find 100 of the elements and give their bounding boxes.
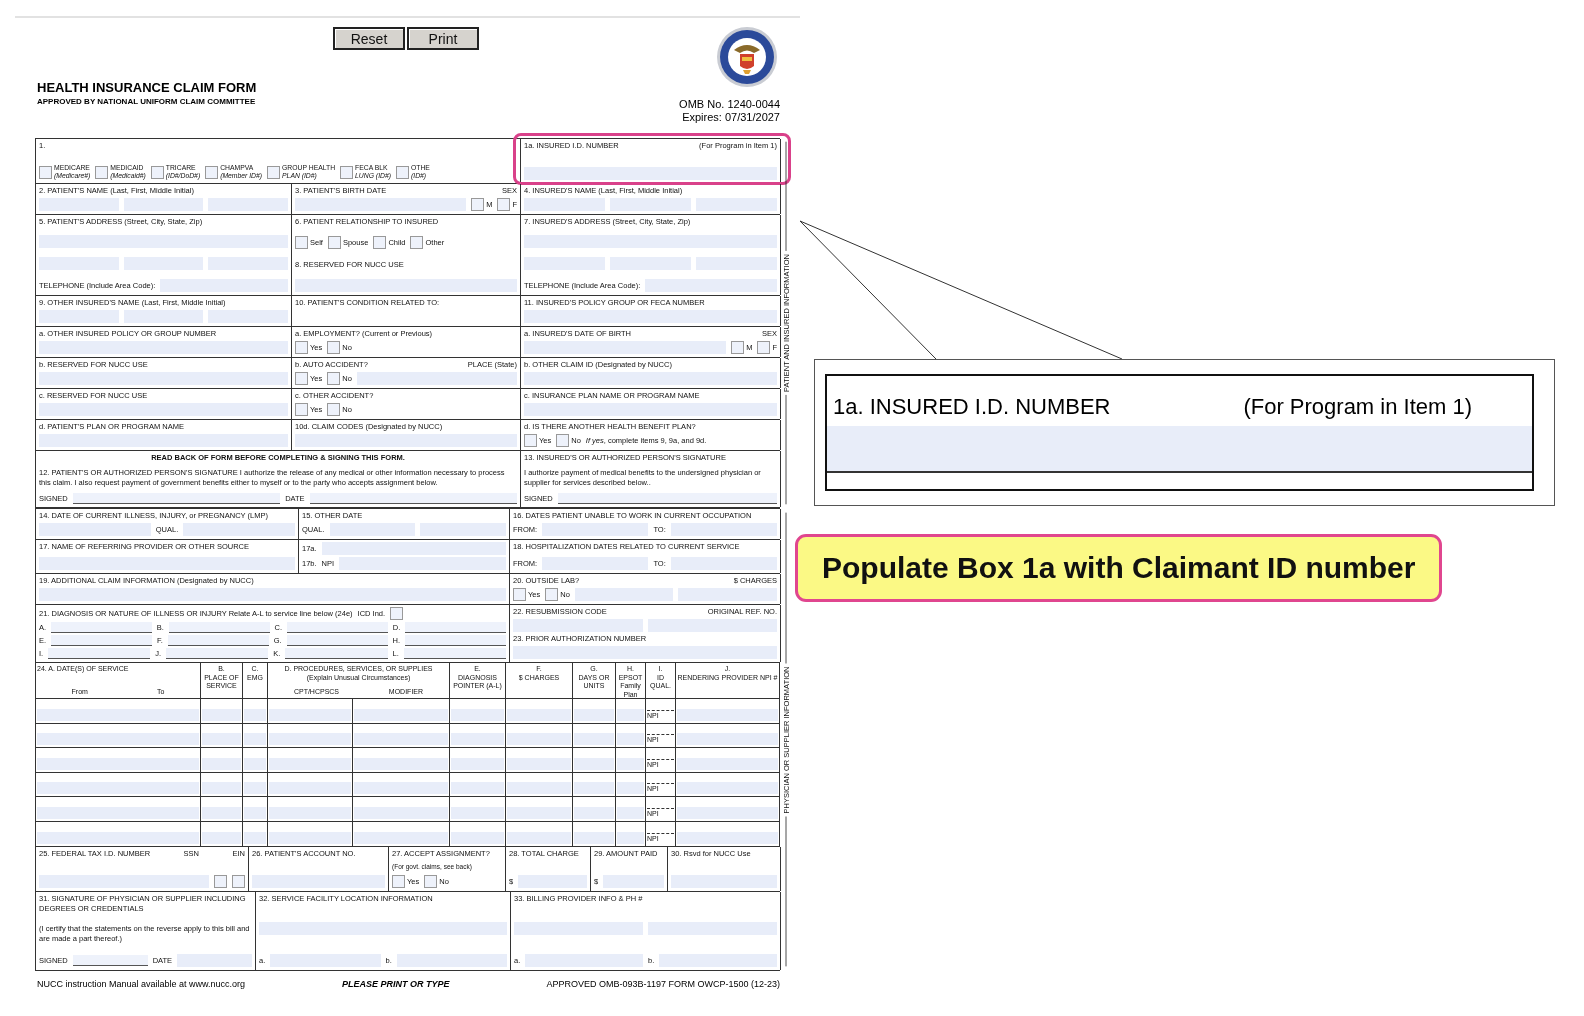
checkbox[interactable] bbox=[327, 236, 341, 250]
input-field[interactable] bbox=[269, 757, 351, 770]
input-field[interactable] bbox=[677, 708, 778, 721]
input-field[interactable] bbox=[202, 832, 241, 844]
input-field[interactable] bbox=[507, 782, 571, 794]
input-field[interactable] bbox=[677, 757, 778, 770]
input-field[interactable] bbox=[37, 757, 199, 770]
input-field[interactable] bbox=[617, 708, 644, 721]
input-field[interactable] bbox=[617, 757, 644, 770]
input-field[interactable] bbox=[269, 733, 351, 745]
input-field[interactable] bbox=[202, 782, 241, 794]
input-field[interactable] bbox=[507, 757, 571, 770]
input-field[interactable] bbox=[617, 733, 644, 745]
input-field[interactable] bbox=[354, 832, 448, 844]
checkbox[interactable] bbox=[757, 341, 771, 354]
input-field[interactable] bbox=[354, 782, 448, 794]
footer-note: APPROVED OMB-093B-1197 FORM OWCP-1500 (12-23) bbox=[546, 979, 780, 989]
seal-logo bbox=[716, 26, 778, 88]
input-field[interactable] bbox=[677, 782, 778, 794]
input-field[interactable] bbox=[244, 832, 266, 844]
checkbox[interactable] bbox=[267, 165, 281, 179]
input-field[interactable] bbox=[574, 832, 614, 844]
input-field[interactable] bbox=[354, 733, 448, 745]
input-field[interactable] bbox=[451, 806, 504, 819]
checkbox[interactable] bbox=[95, 165, 109, 179]
checkbox[interactable] bbox=[232, 875, 245, 888]
form-subtitle: APPROVED BY NATIONAL UNIFORM CLAIM COMMITTEE bbox=[37, 97, 257, 106]
input-field[interactable] bbox=[617, 782, 644, 794]
checkbox[interactable] bbox=[150, 165, 164, 179]
input-field[interactable] bbox=[244, 782, 266, 794]
input-field[interactable] bbox=[37, 733, 199, 745]
input-field[interactable] bbox=[269, 782, 351, 794]
input-field[interactable] bbox=[37, 832, 199, 844]
field-label: (For Program in Item 1) bbox=[1243, 394, 1472, 421]
checkbox[interactable] bbox=[295, 403, 308, 416]
input-field[interactable] bbox=[269, 832, 351, 844]
input-field[interactable] bbox=[677, 832, 778, 844]
checkbox[interactable] bbox=[295, 236, 308, 250]
input-field[interactable] bbox=[574, 708, 614, 721]
checkbox[interactable] bbox=[327, 341, 341, 354]
checkbox[interactable] bbox=[39, 165, 52, 179]
omb-number: OMB No. 1240-0044 bbox=[679, 98, 780, 111]
input-field[interactable] bbox=[37, 708, 199, 721]
input-field[interactable] bbox=[507, 733, 571, 745]
checkbox[interactable] bbox=[556, 434, 570, 447]
toolbar-button[interactable]: Print bbox=[407, 27, 479, 50]
field-label: 1a. INSURED I.D. NUMBER bbox=[833, 394, 1111, 421]
checkbox[interactable] bbox=[731, 341, 745, 354]
checkbox[interactable] bbox=[214, 875, 227, 888]
input-field[interactable] bbox=[451, 757, 504, 770]
checkbox[interactable] bbox=[340, 165, 354, 179]
input-field[interactable] bbox=[677, 806, 778, 819]
form-title: HEALTH INSURANCE CLAIM FORM bbox=[37, 80, 257, 95]
input-field[interactable] bbox=[269, 708, 351, 721]
input-field[interactable] bbox=[244, 733, 266, 745]
input-field[interactable] bbox=[451, 733, 504, 745]
input-field[interactable] bbox=[451, 832, 504, 844]
checkbox[interactable] bbox=[471, 198, 485, 211]
checkbox[interactable] bbox=[396, 165, 409, 179]
input-field[interactable] bbox=[617, 832, 644, 844]
input-field[interactable] bbox=[202, 806, 241, 819]
input-field[interactable] bbox=[451, 782, 504, 794]
input-field[interactable] bbox=[269, 806, 351, 819]
input-field[interactable] bbox=[244, 757, 266, 770]
checkbox[interactable] bbox=[392, 875, 405, 888]
input-field[interactable] bbox=[677, 733, 778, 745]
checkbox[interactable] bbox=[295, 372, 308, 385]
input-field[interactable] bbox=[354, 806, 448, 819]
checkbox[interactable] bbox=[524, 434, 537, 447]
input-field[interactable] bbox=[37, 806, 199, 819]
checkbox[interactable] bbox=[390, 607, 404, 620]
input-field[interactable] bbox=[202, 757, 241, 770]
input-field[interactable] bbox=[574, 806, 614, 819]
input-field[interactable] bbox=[451, 708, 504, 721]
input-field[interactable] bbox=[574, 733, 614, 745]
input-field[interactable] bbox=[37, 782, 199, 794]
input-field[interactable] bbox=[354, 757, 448, 770]
input-field[interactable] bbox=[507, 832, 571, 844]
checkbox[interactable] bbox=[327, 372, 341, 385]
input-field[interactable] bbox=[574, 782, 614, 794]
input-field[interactable] bbox=[244, 708, 266, 721]
toolbar-button[interactable]: Reset bbox=[333, 27, 405, 50]
input-field[interactable] bbox=[617, 806, 644, 819]
checkbox[interactable] bbox=[373, 236, 387, 250]
input-field[interactable] bbox=[354, 708, 448, 721]
input-field[interactable] bbox=[507, 708, 571, 721]
checkbox[interactable] bbox=[327, 403, 341, 416]
input-field[interactable] bbox=[202, 733, 241, 745]
input-field[interactable] bbox=[574, 757, 614, 770]
checkbox[interactable] bbox=[497, 198, 511, 211]
input-field[interactable] bbox=[244, 806, 266, 819]
checkbox[interactable] bbox=[513, 588, 526, 601]
checkbox[interactable] bbox=[295, 341, 308, 354]
checkbox[interactable] bbox=[205, 165, 219, 179]
input-field[interactable] bbox=[202, 708, 241, 721]
expiration-date: Expires: 07/31/2027 bbox=[682, 111, 780, 124]
checkbox[interactable] bbox=[410, 236, 424, 250]
checkbox[interactable] bbox=[545, 588, 559, 601]
input-field[interactable] bbox=[507, 806, 571, 819]
checkbox[interactable] bbox=[424, 875, 438, 888]
